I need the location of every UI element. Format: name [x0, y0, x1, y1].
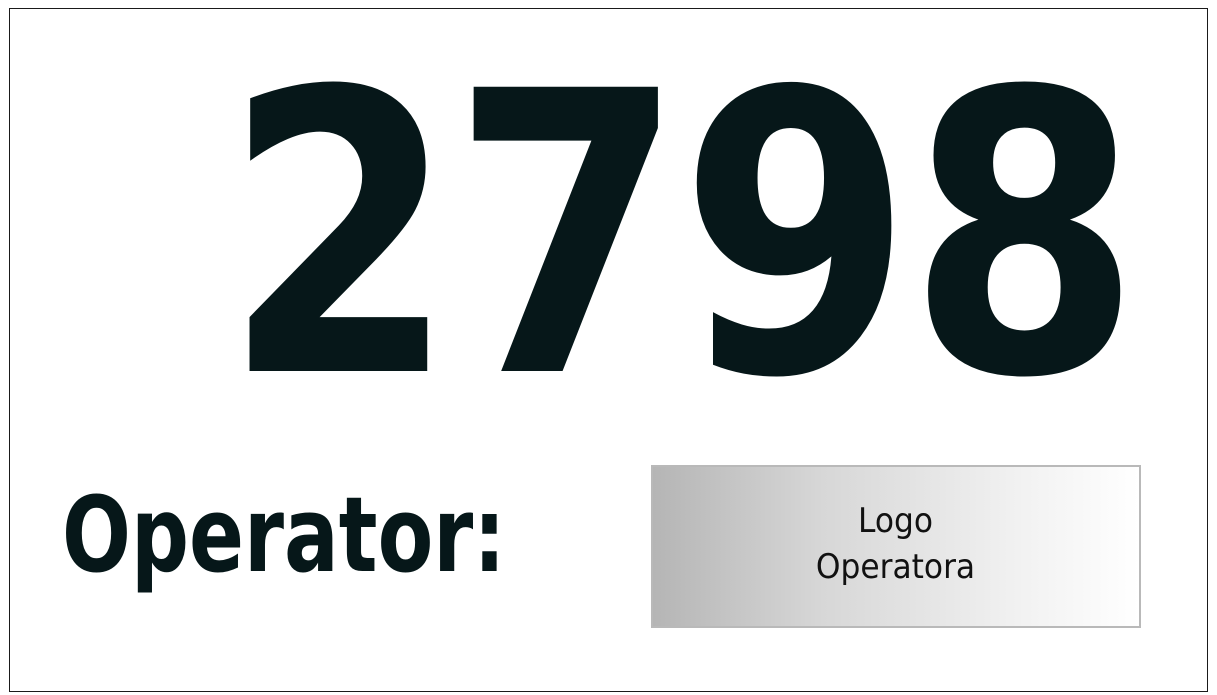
- logo-placeholder-text: Logo Operatora: [816, 498, 975, 590]
- stop-number: 2798: [223, 9, 1141, 463]
- logo-placeholder-line2: Operatora: [816, 546, 976, 587]
- logo-placeholder-line1: Logo: [858, 500, 934, 541]
- operator-label: Operator:: [62, 474, 506, 596]
- operator-logo-placeholder: Logo Operatora: [651, 465, 1141, 628]
